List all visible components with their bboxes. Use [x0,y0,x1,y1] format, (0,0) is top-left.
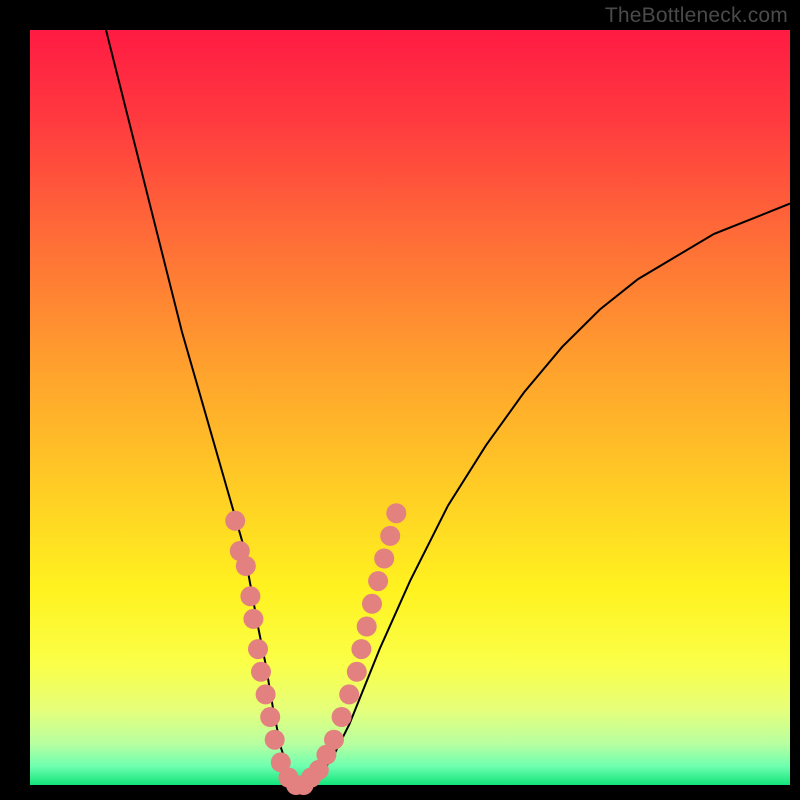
highlight-dot [386,503,406,523]
bottleneck-chart [0,0,800,800]
watermark-text: TheBottleneck.com [605,4,788,28]
highlight-dot [256,684,276,704]
highlight-dot [362,594,382,614]
highlight-dot [351,639,371,659]
plot-background [30,30,790,785]
highlight-dot [347,662,367,682]
highlight-dot [368,571,388,591]
highlight-dot [236,556,256,576]
highlight-dot [265,730,285,750]
highlight-dot [324,730,344,750]
highlight-dot [260,707,280,727]
highlight-dot [225,511,245,531]
highlight-dot [243,609,263,629]
highlight-dot [380,526,400,546]
highlight-dot [248,639,268,659]
highlight-dot [251,662,271,682]
chart-stage: TheBottleneck.com [0,0,800,800]
highlight-dot [374,549,394,569]
highlight-dot [240,586,260,606]
highlight-dot [332,707,352,727]
highlight-dot [339,684,359,704]
highlight-dot [357,617,377,637]
